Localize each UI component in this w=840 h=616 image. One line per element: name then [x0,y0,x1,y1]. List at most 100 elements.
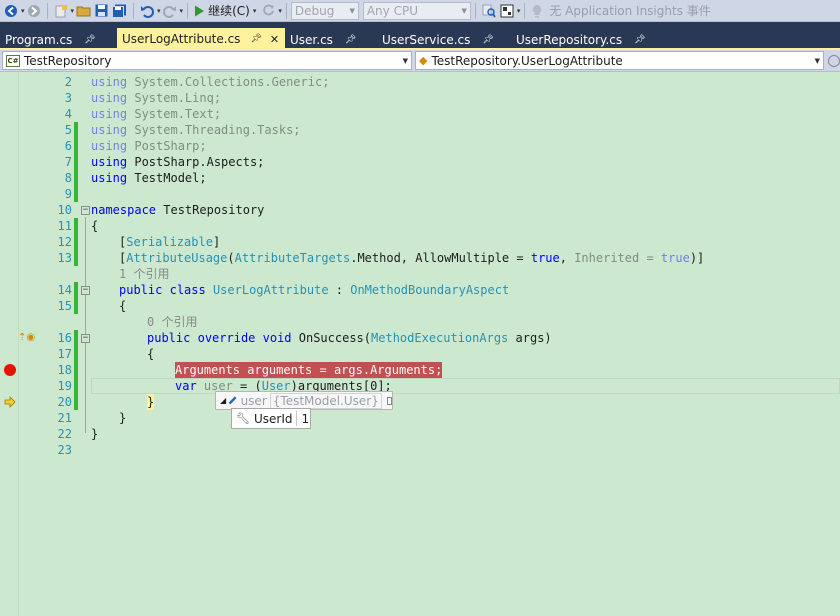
refresh-icon[interactable] [260,2,277,20]
datatip-value[interactable]: {TestModel.User} [269,392,382,409]
line-number: 6 [64,139,72,153]
line-number: 4 [64,107,72,121]
line-number: 17 [57,347,72,361]
save-all-icon[interactable] [110,2,129,20]
play-icon [195,5,205,16]
line-number: 23 [57,443,72,457]
tab-label: Program.cs [5,32,73,47]
pin-icon[interactable]: 📌︎ [634,35,645,45]
member-dropdown-icon[interactable] [828,54,840,67]
code-line: 11 { [0,218,840,234]
toolbar-separator [187,2,189,19]
code-line: 22 } [0,426,840,442]
line-number: 18 [57,363,72,377]
tab-userservice-cs[interactable]: UserService.cs 📌︎ [377,29,511,50]
pin-datatip-icon[interactable] [386,396,392,405]
code-line: 2 using System.Collections.Generic; [0,74,840,90]
change-marker [74,282,78,298]
line-number: 15 [57,299,72,313]
line-number: 20 [57,395,72,409]
code-line: 19 var user = (User)arguments[0]; [0,378,840,394]
collapse-icon[interactable]: − [81,206,90,215]
new-project-icon[interactable] [52,2,70,20]
pin-icon[interactable]: 📌︎ [345,35,356,45]
references-codelens[interactable]: 0 个引用 [147,314,197,330]
find-in-files-icon[interactable] [480,2,498,20]
forward-icon[interactable] [25,2,43,20]
code-text: } [119,411,127,425]
code-text: namespace TestRepository [91,203,265,217]
toolbar-separator [285,2,287,19]
change-marker [74,378,78,394]
code-line: 15 { [0,298,840,314]
chevron-down-icon: ▼ [814,56,821,65]
change-marker [74,250,78,266]
configuration-select[interactable]: Debug ▼ [290,1,359,20]
collapse-icon[interactable]: − [81,334,90,343]
breakpoint-icon[interactable] [4,364,16,376]
line-number: 19 [57,379,72,393]
type-dropdown[interactable]: ◆ TestRepository.UserLogAttribute ▼ [415,51,825,70]
data-tip-child-row[interactable]: 🔧︎ UserId 1 [231,408,311,429]
code-text: public override void OnSuccess(MethodExe… [147,331,552,345]
continue-dropdown-icon[interactable]: ▾ [253,7,257,15]
type-name: TestRepository.UserLogAttribute [431,53,623,68]
application-insights-icon[interactable] [529,2,545,20]
tab-label: UserService.cs [382,32,471,47]
chevron-down-icon: ▼ [461,6,467,15]
property-value[interactable]: 1 [301,412,309,426]
collapse-arrow-icon[interactable]: ◢ [220,396,226,405]
pin-icon[interactable]: 📌︎ [250,34,261,44]
code-editor[interactable]: 2 using System.Collections.Generic; 3 us… [0,73,840,616]
overflow-dropdown-icon[interactable]: ▾ [517,7,521,15]
code-text: using TestModel; [91,171,207,185]
pin-icon[interactable]: 📌︎ [482,35,493,45]
continue-button[interactable]: 继续(C) [192,2,252,20]
tab-label: User.cs [290,32,333,47]
tab-user-cs[interactable]: User.cs 📌︎ [285,29,377,50]
refresh-dropdown-icon[interactable]: ▾ [278,7,282,15]
csharp-project-icon: C# [6,54,20,67]
back-icon[interactable] [2,2,20,20]
project-dropdown[interactable]: C# TestRepository ▼ [2,51,413,70]
close-icon[interactable]: ✕ [270,33,279,46]
platform-value: Any CPU [366,3,418,18]
divider [296,411,298,426]
change-marker [74,186,78,202]
platform-select[interactable]: Any CPU ▼ [362,1,471,20]
tab-userlogattribute-cs[interactable]: UserLogAttribute.cs 📌︎ ✕ [117,28,285,50]
code-text: { [119,299,127,313]
code-text: using System.Text; [91,107,222,121]
undo-icon[interactable] [138,2,156,20]
change-marker [74,394,78,410]
code-text: using PostSharp; [91,139,207,153]
instruction-pointer-icon[interactable] [4,396,16,408]
code-line: 3 using System.Linq; [0,90,840,106]
line-number: 14 [57,283,72,297]
collapse-icon[interactable]: − [81,286,90,295]
code-line: ⇡◉ 16 − public override void OnSuccess(M… [0,330,840,346]
tab-userrepository-cs[interactable]: UserRepository.cs 📌︎ [511,29,661,50]
current-statement: } [147,394,155,410]
code-text: { [91,219,99,233]
class-icon: ◆ [419,54,428,67]
object-icon [228,396,237,405]
code-line: 7 using PostSharp.Aspects; [0,154,840,170]
open-folder-icon[interactable] [74,2,93,20]
pin-icon[interactable]: 📌︎ [84,35,95,45]
toolbar-separator [46,2,48,19]
code-line: 8 using TestModel; [0,170,840,186]
code-text: public class UserLogAttribute : OnMethod… [119,283,510,297]
tab-program-cs[interactable]: Program.cs 📌︎ [0,29,117,50]
references-codelens[interactable]: 1 个引用 [119,266,169,282]
code-line: 12 [Serializable] [0,234,840,250]
redo-icon[interactable] [161,2,179,20]
navigation-bar: C# TestRepository ▼ ◆ TestRepository.Use… [0,50,840,72]
override-icon[interactable]: ⇡◉ [18,332,35,343]
code-text: using System.Threading.Tasks; [91,123,301,137]
redo-dropdown-icon[interactable]: ▾ [180,7,184,15]
code-text: } [91,427,99,441]
application-insights-label[interactable]: 无 Application Insights 事件 [549,2,710,19]
save-icon[interactable] [93,2,110,20]
layout-icon[interactable] [498,2,516,20]
